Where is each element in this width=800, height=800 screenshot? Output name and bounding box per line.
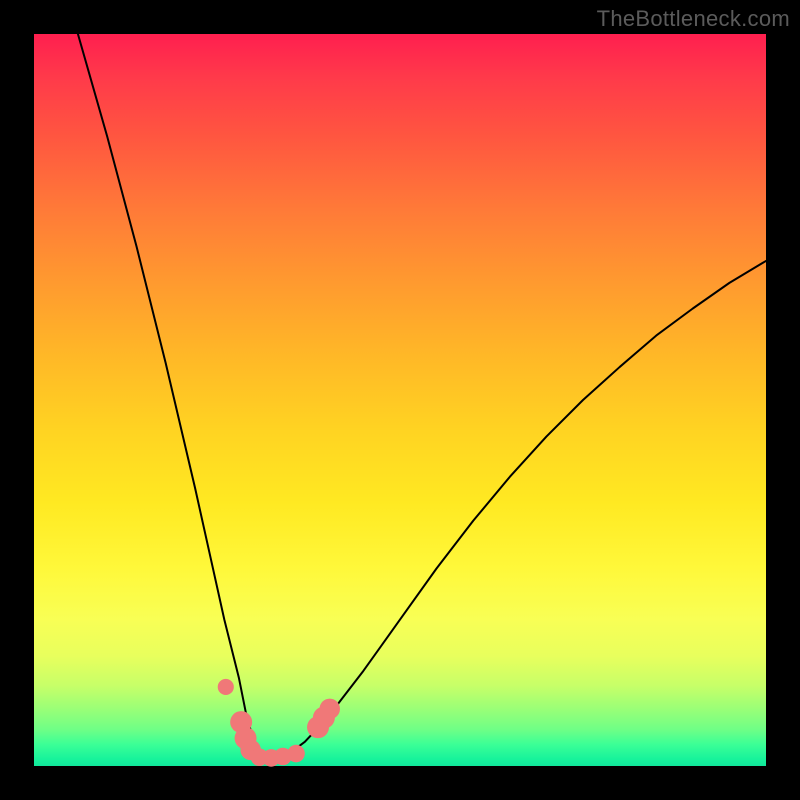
chart-svg [34, 34, 766, 766]
series-curve [78, 34, 766, 757]
chart-frame: TheBottleneck.com [0, 0, 800, 800]
marker-dots-10 [319, 699, 340, 720]
marker-dots-7 [287, 745, 305, 763]
watermark-text: TheBottleneck.com [597, 6, 790, 32]
plot-area [34, 34, 766, 766]
marker-dots-0 [218, 679, 234, 695]
